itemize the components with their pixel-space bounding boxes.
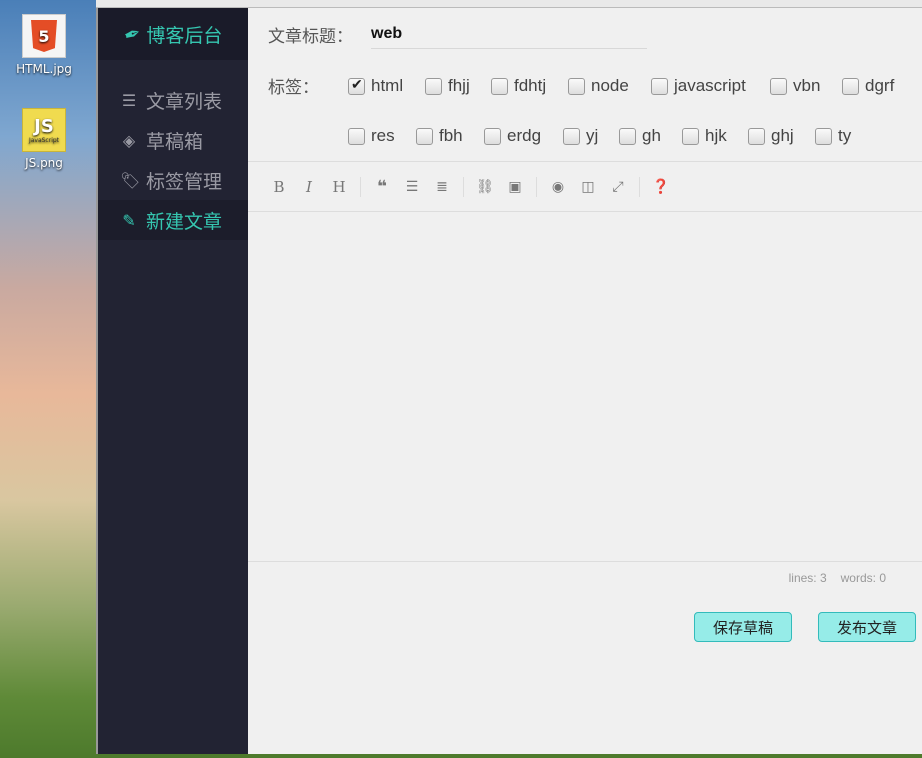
sidebar-item-article-list[interactable]: ☰ 文章列表: [98, 80, 248, 120]
sidebar-nav: ☰ 文章列表 ◈ 草稿箱 🏷 标签管理 ✎ 新建文章: [98, 80, 248, 240]
html5-file-icon: 5: [22, 14, 66, 58]
tag-checkbox-node[interactable]: node: [568, 76, 629, 96]
tag-label: ty: [838, 126, 852, 145]
list-icon: ☰: [121, 90, 137, 110]
tag-checkbox-fhjj[interactable]: fhjj: [425, 76, 470, 96]
sidebar-item-tags[interactable]: 🏷 标签管理: [98, 160, 248, 200]
checkbox[interactable]: [425, 77, 442, 95]
new-document-icon: ✎: [122, 210, 136, 230]
word-count: words: 0: [840, 571, 886, 585]
tag-checkbox-fdhtj[interactable]: fdhtj: [491, 76, 546, 96]
publish-button[interactable]: 发布文章: [818, 612, 916, 642]
markdown-editor[interactable]: [248, 212, 922, 562]
quote-icon[interactable]: ❝: [367, 177, 397, 197]
checkbox[interactable]: [682, 127, 699, 145]
brand-title: 博客后台: [146, 24, 223, 47]
tag-checkbox-erdg[interactable]: erdg: [484, 126, 541, 146]
tags-label: 标签：: [268, 78, 319, 98]
help-icon[interactable]: ❓: [646, 179, 676, 195]
tag-label: fbh: [439, 126, 463, 145]
sidebar-item-drafts[interactable]: ◈ 草稿箱: [98, 120, 248, 160]
checkbox[interactable]: [568, 77, 585, 95]
tag-label: dgrf: [865, 76, 895, 95]
tag-label: javascript: [674, 76, 746, 95]
desktop-icon-label: HTML.jpg: [16, 62, 72, 76]
editor-toolbar: B I H ❝ ☰ ≣ ⛓ ▣ ◉ ◫ ⤢ ❓: [248, 162, 922, 212]
tag-checkbox-ty[interactable]: ty: [815, 126, 851, 146]
sidebar: ✒ 博客后台 ☰ 文章列表 ◈ 草稿箱 🏷 标签管理 ✎ 新建文章: [98, 8, 248, 754]
tag-label: html: [371, 76, 404, 95]
javascript-file-icon: JS JavaScript: [22, 108, 66, 152]
title-label: 文章标题：: [268, 26, 353, 47]
checkbox[interactable]: [491, 77, 508, 95]
line-count: lines: 3: [788, 571, 827, 585]
tag-checkbox-javascript[interactable]: javascript: [651, 76, 746, 96]
app-window: ✒ 博客后台 ☰ 文章列表 ◈ 草稿箱 🏷 标签管理 ✎ 新建文章 文章标题：: [96, 8, 922, 754]
tag-label: erdg: [507, 126, 542, 145]
desktop-icon-js[interactable]: JS JavaScript JS.png: [14, 108, 74, 170]
tag-checkbox-ghj[interactable]: ghj: [748, 126, 794, 146]
tag-label: node: [591, 76, 629, 95]
checkbox[interactable]: [484, 127, 501, 145]
tag-label: hjk: [705, 126, 727, 145]
editor-statusbar: lines: 3 words: 0: [248, 562, 922, 594]
fullscreen-icon[interactable]: ⤢: [603, 179, 633, 195]
checkbox[interactable]: [348, 127, 365, 145]
feather-icon: ✒: [120, 19, 144, 49]
tags-icon: 🏷: [120, 170, 141, 190]
tag-label: gh: [642, 126, 661, 145]
side-by-side-icon[interactable]: ◫: [573, 179, 603, 195]
checkbox[interactable]: [842, 77, 859, 95]
tag-label: fdhtj: [514, 76, 547, 95]
sidebar-item-label: 标签管理: [146, 170, 223, 193]
tag-checkbox-yj[interactable]: yj: [563, 126, 598, 146]
checkbox[interactable]: [563, 127, 580, 145]
checkbox[interactable]: [815, 127, 832, 145]
tag-label: ghj: [771, 126, 794, 145]
unordered-list-icon[interactable]: ☰: [397, 179, 427, 195]
tag-label: res: [371, 126, 395, 145]
checkbox[interactable]: [416, 127, 433, 145]
tag-label: yj: [586, 126, 599, 145]
heading-button[interactable]: H: [324, 178, 354, 196]
tags-section: 标签： html fhjj fdhtj node javascript vbn …: [248, 60, 922, 162]
main-panel: 文章标题： 标签： html fhjj fdhtj node javascrip…: [248, 8, 922, 754]
brand[interactable]: ✒ 博客后台: [98, 8, 248, 60]
tag-checkbox-vbn[interactable]: vbn: [770, 76, 820, 96]
italic-button[interactable]: I: [294, 178, 324, 196]
tag-checkbox-hjk[interactable]: hjk: [682, 126, 727, 146]
tag-checkbox-html[interactable]: html: [348, 76, 403, 96]
title-input[interactable]: [371, 19, 647, 49]
save-draft-button[interactable]: 保存草稿: [694, 612, 792, 642]
link-icon[interactable]: ⛓: [470, 179, 500, 195]
preview-eye-icon[interactable]: ◉: [543, 179, 573, 195]
sidebar-item-label: 新建文章: [146, 210, 223, 233]
checkbox[interactable]: [770, 77, 787, 95]
desktop-icon-html[interactable]: 5 HTML.jpg: [14, 14, 74, 76]
tag-checkbox-dgrf[interactable]: dgrf: [842, 76, 894, 96]
desktop-icon-label: JS.png: [25, 156, 63, 170]
image-icon[interactable]: ▣: [500, 179, 530, 195]
toolbar-divider: [639, 176, 640, 197]
tag-label: vbn: [793, 76, 821, 95]
bold-button[interactable]: B: [264, 178, 294, 196]
browser-bookmark-bar: [96, 0, 922, 8]
ordered-list-icon[interactable]: ≣: [427, 179, 457, 195]
toolbar-divider: [536, 176, 537, 197]
title-row: 文章标题：: [248, 8, 922, 60]
checkbox[interactable]: [651, 77, 668, 95]
checkbox[interactable]: [619, 127, 636, 145]
checkbox[interactable]: [348, 76, 365, 95]
toolbar-divider: [360, 176, 361, 197]
layers-icon: ◈: [122, 130, 136, 150]
toolbar-divider: [463, 176, 464, 197]
sidebar-item-label: 文章列表: [146, 90, 223, 113]
tag-checkbox-fbh[interactable]: fbh: [416, 126, 463, 146]
sidebar-item-label: 草稿箱: [146, 130, 204, 153]
tag-checkbox-gh[interactable]: gh: [619, 126, 661, 146]
checkbox[interactable]: [748, 127, 765, 145]
sidebar-item-new-article[interactable]: ✎ 新建文章: [98, 200, 248, 240]
tag-label: fhjj: [448, 76, 470, 95]
tag-checkbox-res[interactable]: res: [348, 126, 395, 146]
